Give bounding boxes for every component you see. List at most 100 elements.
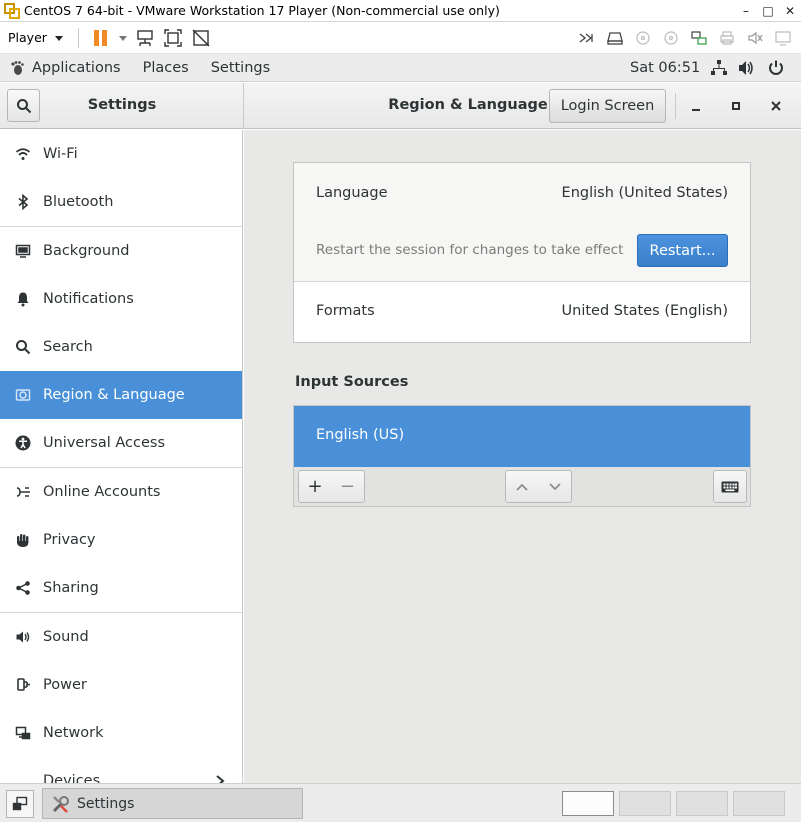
search-button[interactable] [7,89,40,122]
vmware-title-bar: CentOS 7 64-bit - VMware Workstation 17 … [0,0,801,22]
sidebar-item-label: Online Accounts [43,484,161,500]
places-menu[interactable]: Places [143,60,189,76]
vmware-logo-icon [4,2,20,19]
sidebar-item-power[interactable]: Power [0,661,242,709]
chevron-down-icon [548,482,561,490]
taskbar-window-settings[interactable]: Settings [42,788,303,819]
workspace-3[interactable] [676,791,728,816]
chevron-right-icon [214,773,226,783]
main-content: Language English (United States) Restart… [244,130,801,783]
power-plug-icon [14,676,32,694]
login-screen-button[interactable]: Login Screen [549,89,666,123]
restart-button[interactable]: Restart... [637,234,728,267]
cd-drive-2-icon[interactable] [657,26,685,50]
input-source-item[interactable]: English (US) [294,406,750,467]
fit-screen-icon [164,28,182,47]
printer-icon[interactable] [713,26,741,50]
sidebar-item-label: Background [43,243,130,259]
settings-app-menu[interactable]: Settings [211,60,270,76]
sidebar-item-online-accounts[interactable]: Online Accounts [0,468,242,516]
language-row[interactable]: Language English (United States) [294,163,750,223]
cd-drive-icon[interactable] [629,26,657,50]
player-menu[interactable]: Player [8,30,66,45]
sidebar-item-region-language[interactable]: Region & Language [0,371,242,419]
sidebar-item-sharing[interactable]: Sharing [0,564,242,612]
workspace-1[interactable] [562,791,614,816]
sidebar-item-sound[interactable]: Sound [0,613,242,661]
minimize-button[interactable]: – [735,4,757,18]
send-ctrl-alt-del-button[interactable] [131,26,159,50]
applications-menu[interactable]: Applications [32,60,121,76]
clock[interactable]: Sat 06:51 [630,60,700,76]
formats-value: United States (English) [561,303,728,319]
input-source-label: English (US) [316,427,405,443]
volume-icon[interactable] [735,57,757,79]
keyboard-icon [721,481,739,492]
taskbar-window-label: Settings [77,795,135,812]
close-button[interactable]: ✕ [779,4,801,18]
speaker-icon [14,628,32,646]
sidebar-item-label: Sound [43,629,89,645]
maximize-button[interactable]: □ [757,4,779,18]
sidebar-item-background[interactable]: Background [0,227,242,275]
power-icon[interactable] [765,57,787,79]
sidebar-item-label: Devices [43,773,101,783]
minimize-icon [692,109,700,111]
sidebar-item-wifi[interactable]: Wi-Fi [0,130,242,178]
unity-button[interactable] [187,26,215,50]
input-sources-title: Input Sources [295,374,409,390]
chevron-up-icon [516,483,528,491]
restart-note: Restart the session for changes to take … [316,242,624,258]
fit-guest-button[interactable] [159,26,187,50]
move-up-button[interactable] [505,470,539,503]
language-panel: Language English (United States) Restart… [293,162,751,343]
forward-icon[interactable] [573,26,601,50]
network-adapter-icon[interactable] [685,26,713,50]
sidebar-item-network[interactable]: Network [0,709,242,757]
sidebar-item-label: Power [43,677,87,693]
input-sources-panel: English (US) + − [293,405,751,507]
toolbar-divider [77,27,79,48]
sidebar-item-label: Notifications [43,291,134,307]
sidebar-item-search[interactable]: Search [0,323,242,371]
sidebar-item-bluetooth[interactable]: Bluetooth [0,178,242,226]
show-desktop-button[interactable] [6,790,34,818]
window-maximize-button[interactable] [724,94,748,118]
sidebar-item-notifications[interactable]: Notifications [0,275,242,323]
maximize-icon [732,102,740,110]
search-icon [14,338,32,356]
move-down-button[interactable] [538,470,572,503]
sidebar-item-privacy[interactable]: Privacy [0,516,242,564]
wifi-icon [14,145,32,163]
pause-dropdown[interactable] [115,26,131,50]
sidebar-item-label: Privacy [43,532,96,548]
tools-icon [52,795,69,813]
gnome-top-bar: Applications Places Settings Sat 06:51 [0,54,801,82]
workspace-2[interactable] [619,791,671,816]
formats-row[interactable]: Formats United States (English) [294,281,750,342]
add-input-source-button[interactable]: + [298,470,332,503]
sidebar-item-label: Universal Access [43,435,166,451]
formats-label: Formats [316,303,375,319]
header-divider [243,83,244,129]
background-icon [14,242,32,260]
window-minimize-button[interactable] [684,94,708,118]
sound-card-icon[interactable] [741,26,769,50]
sidebar-item-label: Region & Language [43,387,185,403]
display-icon[interactable] [769,26,797,50]
player-menu-label: Player [8,30,47,45]
caret-down-icon [118,35,127,41]
pause-button[interactable] [87,26,115,50]
gnome-foot-icon [9,60,25,76]
remove-input-source-button[interactable]: − [331,470,365,503]
workspace-4[interactable] [733,791,785,816]
sidebar-item-devices[interactable]: Devices [0,757,242,783]
sidebar-item-label: Sharing [43,580,99,596]
network-status-icon[interactable] [708,57,730,79]
network-icon [14,724,32,742]
keyboard-layout-button[interactable] [713,470,747,503]
sidebar-item-universal-access[interactable]: Universal Access [0,419,242,467]
window-close-button[interactable] [764,94,788,118]
hard-disk-icon[interactable] [601,26,629,50]
devices-icon [14,772,32,783]
